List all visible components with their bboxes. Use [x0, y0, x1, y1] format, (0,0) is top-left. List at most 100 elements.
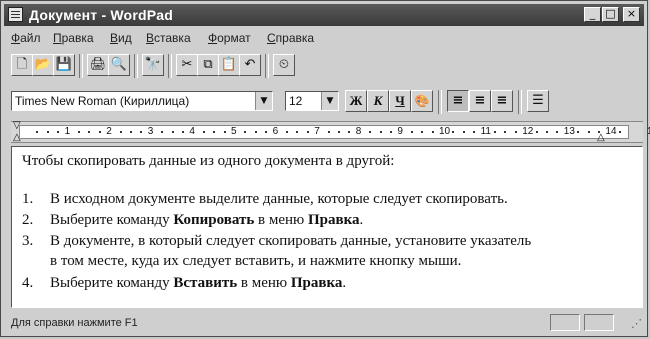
ruler-tick — [244, 131, 247, 133]
ruler-tick — [462, 131, 465, 133]
toolbar-separator — [79, 54, 83, 78]
ruler-tick — [556, 131, 559, 133]
new-icon[interactable]: 🗋 — [11, 54, 33, 76]
status-text: Для справки нажмите F1 — [11, 317, 138, 329]
step-text-part: . — [342, 275, 347, 291]
step-text: В исходном документе выделите данные, ко… — [50, 191, 508, 207]
step-text: В документе, в который следует скопирова… — [50, 233, 532, 249]
font-combobox[interactable]: Times New Roman (Кириллица) ▼ — [11, 91, 273, 111]
ruler-tick — [265, 131, 268, 133]
resize-grip-icon[interactable]: ⋰ — [631, 317, 642, 330]
ruler-tick — [171, 131, 174, 133]
underline-button[interactable]: Ч — [389, 90, 411, 112]
ruler-tick — [348, 131, 351, 133]
paste-icon[interactable]: 📋 — [218, 54, 240, 76]
ruler-tick — [577, 131, 580, 133]
menu-name: Правка — [290, 275, 343, 291]
ruler-tick — [452, 131, 455, 133]
title-bar[interactable]: Документ - WordPad _ □ × — [4, 4, 644, 26]
ruler-number: 7 — [314, 126, 320, 137]
ruler-tick — [130, 131, 132, 133]
menu-view[interactable]: Вид — [110, 31, 132, 45]
ruler-number: 12 — [522, 126, 534, 137]
wordpad-app-icon[interactable] — [8, 7, 23, 22]
bold-button[interactable]: Ж — [345, 90, 367, 112]
ruler-number: 4 — [189, 126, 195, 137]
ruler-number: 1 — [64, 126, 71, 137]
align-center-icon[interactable]: ≡ — [469, 90, 491, 112]
command-name: Копировать — [173, 212, 255, 228]
step-number: 2. — [22, 212, 34, 228]
ruler-tick — [546, 131, 548, 133]
step-text-part: Выберите команду — [50, 275, 174, 291]
ruler-number: 13 — [563, 126, 575, 137]
window-title: Документ - WordPad — [29, 7, 173, 23]
step-text-part: в меню — [254, 212, 308, 228]
minimize-button[interactable]: _ — [584, 7, 601, 22]
format-toolbar: Times New Roman (Кириллица) ▼ 12 ▼ Ж К Ч… — [11, 88, 631, 114]
ruler-tick — [369, 131, 372, 133]
ruler-tick — [390, 131, 392, 133]
status-panel — [584, 314, 614, 331]
ruler-tick — [161, 131, 164, 133]
open-icon[interactable]: 📂 — [32, 54, 54, 76]
toolbar-separator — [265, 54, 269, 78]
print-icon[interactable]: 🖨 — [87, 54, 109, 76]
ruler-number: 14 — [605, 126, 617, 137]
ruler-tick — [379, 131, 382, 133]
copy-icon[interactable]: ⧉ — [197, 54, 219, 76]
right-indent-marker[interactable]: △ — [597, 132, 605, 143]
command-name: Вставить — [173, 275, 238, 291]
find-icon[interactable]: 🔭 — [142, 54, 164, 76]
ruler-tick — [98, 131, 101, 133]
menu-insert[interactable]: Вставка — [146, 31, 191, 45]
ruler-tick — [494, 131, 496, 133]
maximize-button[interactable]: □ — [602, 7, 619, 22]
ruler-tick — [254, 131, 257, 133]
ruler-tick — [223, 131, 226, 133]
color-icon[interactable]: 🎨 — [411, 90, 433, 112]
size-dropdown-icon[interactable]: ▼ — [321, 92, 338, 110]
save-icon[interactable]: 💾 — [53, 54, 75, 76]
italic-button[interactable]: К — [367, 90, 389, 112]
toolbar-separator — [168, 54, 172, 78]
step-text: в том месте, куда их следует вставить, и… — [50, 253, 462, 269]
ruler-tick — [286, 131, 288, 133]
ruler-tick — [202, 131, 205, 133]
ruler-tick — [119, 131, 122, 133]
menu-edit[interactable]: Правка — [53, 31, 94, 45]
step-text-part: Выберите команду — [50, 212, 174, 228]
ruler-tick — [36, 131, 39, 133]
print-preview-icon[interactable]: 🔍 — [108, 54, 130, 76]
step-number: 1. — [22, 191, 34, 207]
size-combobox[interactable]: 12 ▼ — [285, 91, 339, 111]
ruler-tick — [78, 131, 80, 133]
ruler-number: 9 — [397, 126, 403, 137]
ruler-tick — [57, 131, 60, 133]
align-left-icon[interactable]: ≡ — [447, 90, 469, 112]
size-value: 12 — [289, 94, 303, 108]
wordpad-window: Документ - WordPad _ □ × Файл Правка Вид… — [0, 0, 650, 337]
insert-datetime-icon[interactable]: ⏲ — [273, 54, 295, 76]
align-right-icon[interactable]: ≡ — [491, 90, 513, 112]
ruler-tick — [421, 131, 424, 133]
document-area[interactable]: Чтобы скопировать данные из одного докум… — [11, 146, 643, 308]
ruler-number: 10 — [439, 126, 451, 137]
menu-help[interactable]: Справка — [267, 31, 314, 45]
menu-file[interactable]: Файл — [11, 31, 41, 45]
bullets-icon[interactable]: ☰ — [527, 90, 549, 112]
ruler[interactable]: ▽ △ 123456789101112131415 △ — [11, 120, 650, 143]
ruler-tick — [473, 131, 476, 133]
close-button[interactable]: × — [623, 7, 640, 22]
ruler-tick — [587, 131, 590, 133]
ruler-number: 11 — [480, 126, 491, 137]
toolbar-separator — [134, 54, 138, 78]
font-value: Times New Roman (Кириллица) — [15, 94, 190, 108]
undo-icon[interactable]: ↶ — [239, 54, 261, 76]
ruler-number: 5 — [231, 126, 237, 137]
cut-icon[interactable]: ✂ — [176, 54, 198, 76]
menu-format[interactable]: Формат — [208, 31, 251, 45]
ruler-number: 8 — [355, 126, 362, 137]
step-number: 3. — [22, 233, 34, 249]
font-dropdown-icon[interactable]: ▼ — [255, 92, 272, 110]
